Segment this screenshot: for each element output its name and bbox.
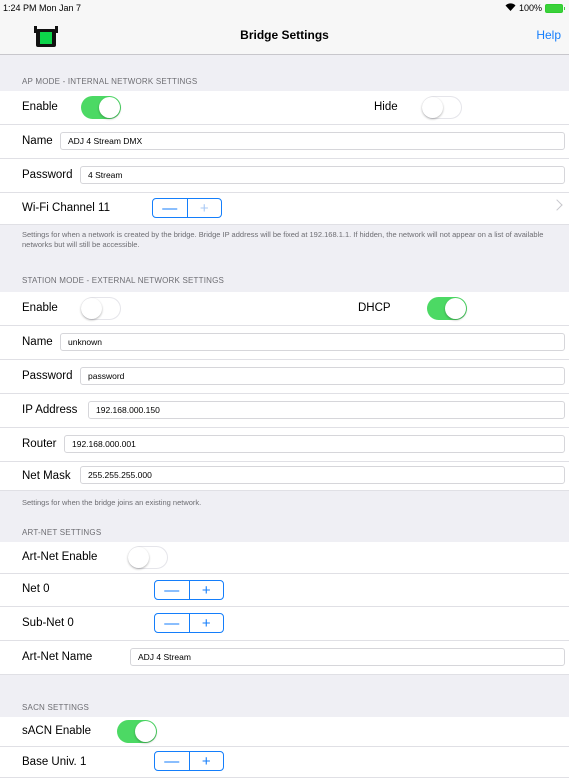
ap-name-label: Name xyxy=(22,135,53,147)
station-name-field[interactable]: unknown xyxy=(60,333,565,351)
subnet-row: Sub-Net 0 — + xyxy=(0,607,569,641)
wifi-channel-decrement-button[interactable]: — xyxy=(153,199,188,217)
ap-password-row: Password 4 Stream xyxy=(0,159,569,193)
ap-password-label: Password xyxy=(22,169,73,181)
base-univ-row: Base Univ. 1 — + xyxy=(0,747,569,778)
artnet-enable-label: Art-Net Enable xyxy=(22,551,98,563)
base-univ-increment-button[interactable]: + xyxy=(190,752,224,770)
ap-name-field[interactable]: ADJ 4 Stream DMX xyxy=(60,132,565,150)
artnet-enable-row: Art-Net Enable xyxy=(0,542,569,574)
station-password-row: Password password xyxy=(0,360,569,394)
chevron-right-icon xyxy=(551,199,563,211)
station-password-label: Password xyxy=(22,370,73,382)
net-decrement-button[interactable]: — xyxy=(155,581,190,599)
ap-password-field[interactable]: 4 Stream xyxy=(80,166,565,184)
subnet-increment-button[interactable]: + xyxy=(190,614,224,632)
subnet-label: Sub-Net 0 xyxy=(22,617,74,629)
wifi-channel-stepper[interactable]: — + xyxy=(152,198,222,218)
net-increment-button[interactable]: + xyxy=(190,581,224,599)
sacn-enable-switch[interactable] xyxy=(117,720,157,743)
net-mask-row: Net Mask 255.255.255.000 xyxy=(0,462,569,491)
ip-address-label: IP Address xyxy=(22,404,78,416)
status-right: 100% xyxy=(505,3,565,13)
ip-address-field[interactable]: 192.168.000.150 xyxy=(88,401,565,419)
sacn-header-text: SACN SETTINGS xyxy=(22,703,90,712)
sacn-enable-row: sACN Enable xyxy=(0,717,569,747)
hide-label: Hide xyxy=(374,101,398,113)
artnet-header-text: ART-NET SETTINGS xyxy=(22,528,102,537)
net-mask-field[interactable]: 255.255.255.000 xyxy=(80,466,565,484)
artnet-header: ART-NET SETTINGS xyxy=(0,512,569,542)
station-enable-switch[interactable] xyxy=(81,297,121,320)
router-row: Router 192.168.000.001 xyxy=(0,428,569,462)
dhcp-switch[interactable] xyxy=(427,297,467,320)
page-title: Bridge Settings xyxy=(240,28,329,42)
artnet-name-row: Art-Net Name ADJ 4 Stream xyxy=(0,641,569,675)
wifi-channel-row[interactable]: Wi-Fi Channel 11 — + xyxy=(0,193,569,225)
router-label: Router xyxy=(22,438,57,450)
net-label: Net 0 xyxy=(22,583,50,595)
subnet-decrement-button[interactable]: — xyxy=(155,614,190,632)
station-enable-label: Enable xyxy=(22,302,58,314)
ap-mode-header: AP MODE - INTERNAL NETWORK SETTINGS xyxy=(0,55,569,91)
base-univ-decrement-button[interactable]: — xyxy=(155,752,190,770)
wifi-channel-increment-button[interactable]: + xyxy=(188,199,222,217)
station-name-label: Name xyxy=(22,336,53,348)
station-mode-header-text: STATION MODE - EXTERNAL NETWORK SETTINGS xyxy=(22,276,225,285)
station-name-row: Name unknown xyxy=(0,326,569,360)
net-stepper[interactable]: — + xyxy=(154,580,224,600)
navigation-bar: Bridge Settings Help xyxy=(0,16,569,55)
ap-mode-footer: Settings for when a network is created b… xyxy=(22,230,544,249)
wifi-channel-label: Wi-Fi Channel 11 xyxy=(22,202,110,214)
station-mode-footer: Settings for when the bridge joins an ex… xyxy=(22,498,202,507)
ap-mode-header-text: AP MODE - INTERNAL NETWORK SETTINGS xyxy=(22,77,198,86)
net-row: Net 0 — + xyxy=(0,574,569,607)
battery-icon xyxy=(545,3,565,13)
ap-name-row: Name ADJ 4 Stream DMX xyxy=(0,125,569,159)
artnet-name-field[interactable]: ADJ 4 Stream xyxy=(130,648,565,666)
net-mask-label: Net Mask xyxy=(22,470,71,482)
sacn-enable-label: sACN Enable xyxy=(22,725,92,737)
wifi-icon xyxy=(505,3,516,13)
sacn-header: SACN SETTINGS xyxy=(0,675,569,717)
base-univ-stepper[interactable]: — + xyxy=(154,751,224,771)
subnet-stepper[interactable]: — + xyxy=(154,613,224,633)
hide-switch[interactable] xyxy=(422,96,462,119)
artnet-name-label: Art-Net Name xyxy=(22,651,93,663)
station-enable-row: Enable DHCP xyxy=(0,292,569,326)
artnet-enable-switch[interactable] xyxy=(128,546,168,569)
status-time: 1:24 PM Mon Jan 7 xyxy=(3,3,82,13)
ip-address-row: IP Address 192.168.000.150 xyxy=(0,394,569,428)
battery-percent: 100% xyxy=(518,3,542,13)
ap-enable-switch[interactable] xyxy=(81,96,121,119)
router-field[interactable]: 192.168.000.001 xyxy=(64,435,565,453)
ap-enable-label: Enable xyxy=(22,101,58,113)
dhcp-label: DHCP xyxy=(358,302,391,314)
base-univ-label: Base Univ. 1 xyxy=(22,756,87,768)
help-button[interactable]: Help xyxy=(536,28,561,42)
ap-enable-row: Enable Hide xyxy=(0,91,569,125)
station-mode-header: STATION MODE - EXTERNAL NETWORK SETTINGS xyxy=(0,254,569,290)
status-bar: 1:24 PM Mon Jan 7 100% xyxy=(0,0,569,16)
station-password-field[interactable]: password xyxy=(80,367,565,385)
